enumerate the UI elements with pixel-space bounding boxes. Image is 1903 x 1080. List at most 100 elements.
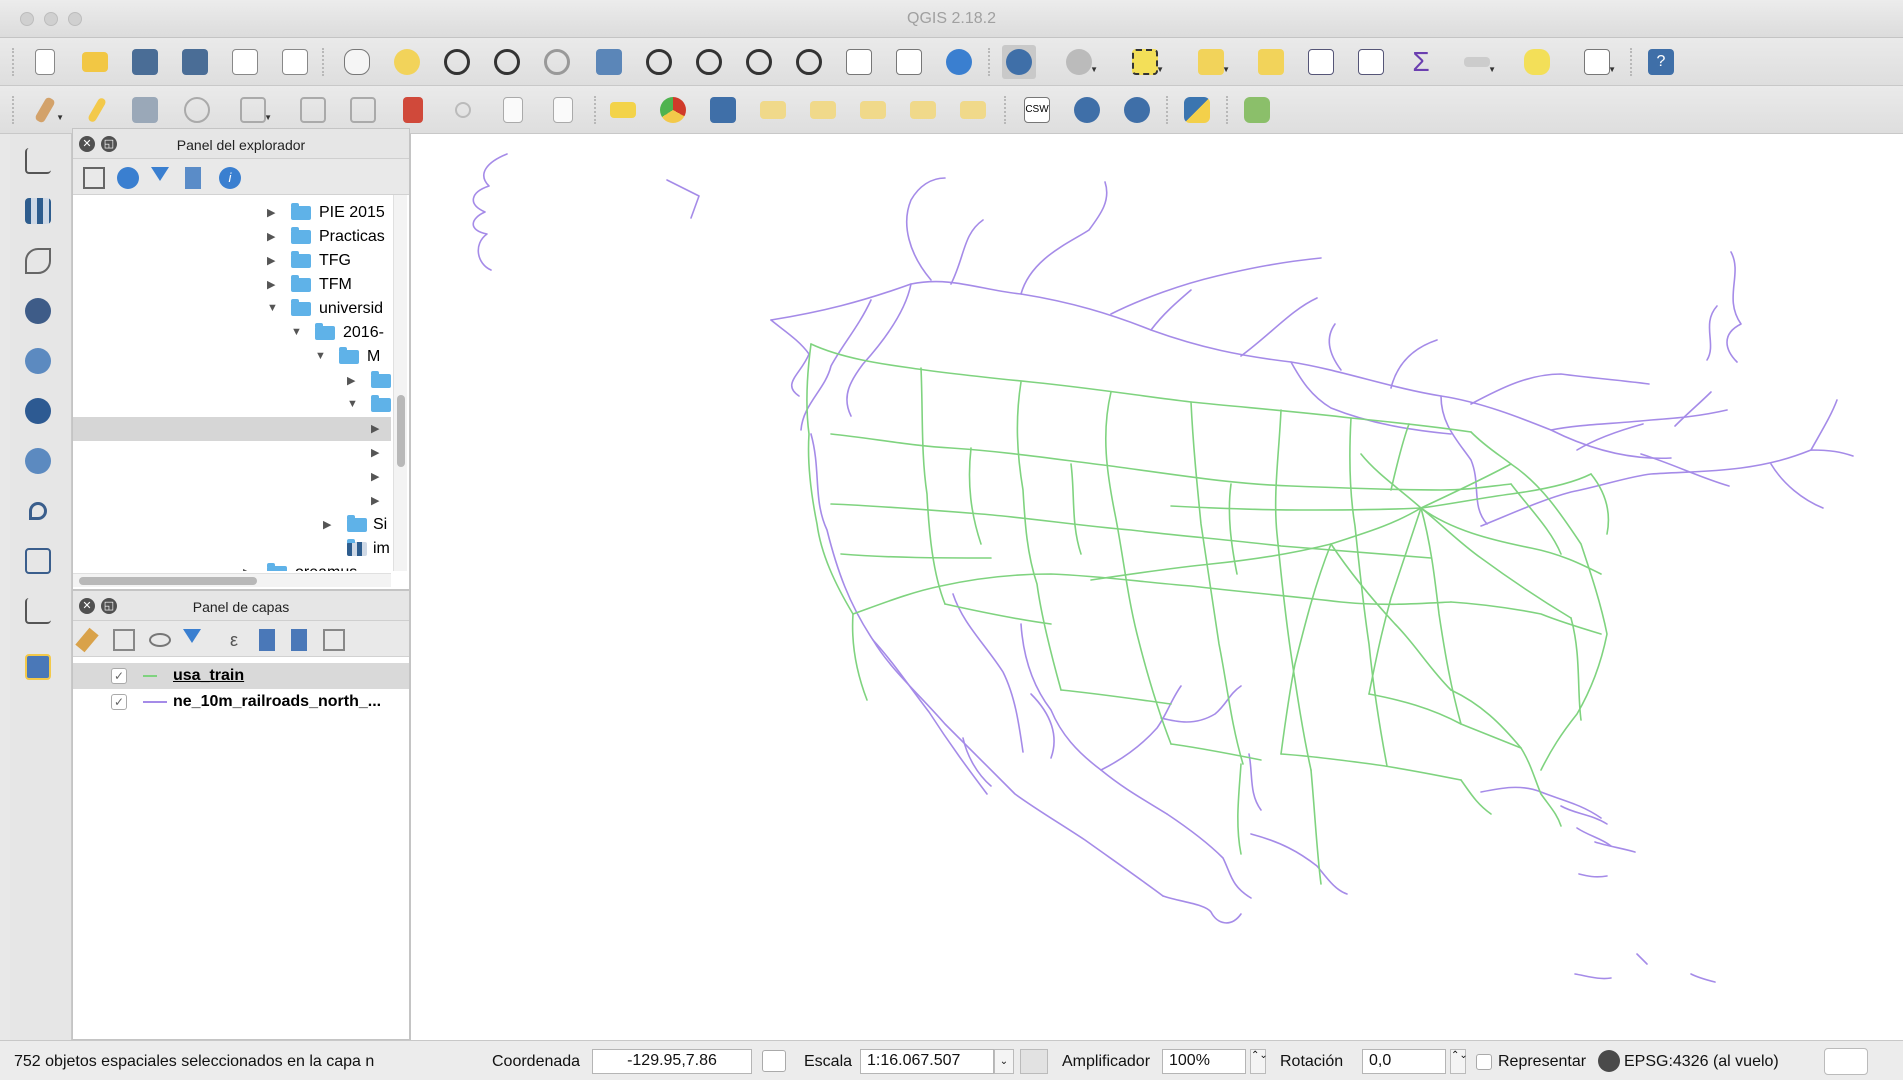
tree-item[interactable]: ▶oreamus bbox=[73, 561, 391, 571]
collapse-all-icon[interactable] bbox=[291, 629, 307, 651]
add-feature-button[interactable] bbox=[180, 93, 214, 127]
tree-item-selected[interactable]: ▶ bbox=[73, 417, 391, 441]
tree-item[interactable]: ▶ bbox=[73, 465, 391, 489]
lock-scale-icon[interactable] bbox=[1020, 1049, 1048, 1074]
csw-button[interactable]: CSW bbox=[1020, 93, 1054, 127]
map-tips-button[interactable] bbox=[1520, 45, 1554, 79]
magnifier-field[interactable]: 100% bbox=[1162, 1049, 1246, 1074]
filter-legend-icon[interactable] bbox=[183, 629, 201, 643]
geosearch-button[interactable] bbox=[1120, 93, 1154, 127]
browser-horizontal-scrollbar[interactable] bbox=[73, 573, 391, 587]
save-as-button[interactable] bbox=[178, 45, 212, 79]
action-button[interactable]: ▼ bbox=[1062, 45, 1098, 79]
diagram-button[interactable] bbox=[656, 93, 690, 127]
style-manager-icon[interactable] bbox=[75, 627, 99, 653]
pan-button[interactable] bbox=[340, 45, 374, 79]
paste-button[interactable] bbox=[546, 93, 580, 127]
tree-item[interactable]: ▶ bbox=[73, 441, 391, 465]
new-map-view-button[interactable] bbox=[842, 45, 876, 79]
zoom-to-layer-button[interactable] bbox=[692, 45, 726, 79]
remove-layer-icon[interactable] bbox=[323, 629, 345, 651]
add-wms-button[interactable] bbox=[16, 340, 60, 382]
add-vector-layer-button[interactable] bbox=[16, 140, 60, 182]
new-temporary-layer-button[interactable] bbox=[16, 646, 60, 688]
select-expression-button[interactable]: ▼ bbox=[1194, 45, 1230, 79]
rotate-label-button[interactable] bbox=[906, 93, 940, 127]
plugin-button[interactable] bbox=[1240, 93, 1274, 127]
cut-button[interactable] bbox=[446, 93, 480, 127]
statistics-button[interactable]: Σ bbox=[1404, 45, 1438, 79]
refresh-icon[interactable] bbox=[117, 167, 139, 189]
python-console-button[interactable] bbox=[1180, 93, 1214, 127]
tree-item[interactable]: ▶ bbox=[73, 369, 391, 393]
tree-item[interactable]: ▶ TFG bbox=[73, 249, 391, 273]
pan-to-selection-button[interactable] bbox=[390, 45, 424, 79]
expand-all-icon[interactable] bbox=[259, 629, 275, 651]
properties-icon[interactable]: i bbox=[219, 167, 241, 189]
tree-item[interactable]: ▼ universid bbox=[73, 297, 391, 321]
move-label-button[interactable] bbox=[856, 93, 890, 127]
simplify-button[interactable] bbox=[346, 93, 380, 127]
open-project-button[interactable] bbox=[78, 45, 112, 79]
collapse-all-icon[interactable] bbox=[185, 167, 201, 189]
add-virtual-layer-button[interactable] bbox=[16, 540, 60, 582]
rotation-spinner-icon[interactable]: ⌃⌄ bbox=[1450, 1049, 1468, 1074]
add-group-icon[interactable] bbox=[113, 629, 135, 651]
layer-visibility-checkbox[interactable]: ✓ bbox=[111, 668, 127, 684]
toggle-editing-button[interactable] bbox=[80, 93, 114, 127]
zoom-in-button[interactable] bbox=[440, 45, 474, 79]
crs-status[interactable]: EPSG:4326 (al vuelo) bbox=[1624, 1053, 1779, 1071]
zoom-to-selection-button[interactable] bbox=[642, 45, 676, 79]
zoom-full-button[interactable] bbox=[592, 45, 626, 79]
messages-button[interactable] bbox=[1824, 1048, 1868, 1075]
zoom-last-button[interactable] bbox=[742, 45, 776, 79]
zoom-next-button[interactable] bbox=[792, 45, 826, 79]
scale-dropdown-icon[interactable]: ⌄ bbox=[994, 1049, 1014, 1074]
add-postgis-button[interactable] bbox=[16, 290, 60, 332]
pin-labels-button[interactable] bbox=[756, 93, 790, 127]
delete-button[interactable] bbox=[396, 93, 430, 127]
add-part-button[interactable] bbox=[296, 93, 330, 127]
add-wcs-button[interactable] bbox=[16, 390, 60, 432]
composer-manager-button[interactable] bbox=[278, 45, 312, 79]
new-bookmark-button[interactable] bbox=[892, 45, 926, 79]
refresh-button[interactable] bbox=[942, 45, 976, 79]
label-button[interactable] bbox=[606, 93, 640, 127]
toggle-extents-icon[interactable] bbox=[762, 1050, 786, 1072]
scrollbar-thumb[interactable] bbox=[79, 577, 257, 585]
layer-labeling-button[interactable] bbox=[706, 93, 740, 127]
rotation-field[interactable]: 0,0 bbox=[1362, 1049, 1446, 1074]
save-project-button[interactable] bbox=[128, 45, 162, 79]
add-selected-layer-icon[interactable] bbox=[83, 167, 105, 189]
tree-item[interactable]: ▼ 2016- bbox=[73, 321, 391, 345]
node-tool-button[interactable]: ▼ bbox=[236, 93, 272, 127]
crs-icon[interactable] bbox=[1598, 1050, 1620, 1072]
add-spatialite-button[interactable] bbox=[16, 240, 60, 282]
tree-item[interactable]: ▶ Si bbox=[73, 513, 391, 537]
new-project-button[interactable] bbox=[28, 45, 62, 79]
layer-visibility-checkbox[interactable]: ✓ bbox=[111, 694, 127, 710]
deselect-button[interactable] bbox=[1254, 45, 1288, 79]
change-label-button[interactable] bbox=[956, 93, 990, 127]
attribute-table-button[interactable] bbox=[1304, 45, 1338, 79]
tree-item[interactable]: ▶ bbox=[73, 489, 391, 513]
identify-button[interactable] bbox=[1002, 45, 1036, 79]
tree-item[interactable]: ▶ Practicas bbox=[73, 225, 391, 249]
add-wfs-button[interactable] bbox=[16, 440, 60, 482]
filter-expression-icon[interactable]: ε bbox=[223, 629, 245, 651]
tree-item[interactable]: ▶ PIE 2015 bbox=[73, 201, 391, 225]
coordinate-field[interactable]: -129.95,7.86 bbox=[592, 1049, 752, 1074]
browser-vertical-scrollbar[interactable] bbox=[393, 195, 407, 571]
show-hide-labels-button[interactable] bbox=[806, 93, 840, 127]
layer-item-usa-train[interactable]: ✓ usa_train bbox=[73, 663, 409, 689]
tree-item[interactable]: ▶ TFM bbox=[73, 273, 391, 297]
measure-button[interactable]: ▼ bbox=[1460, 45, 1496, 79]
tree-item[interactable]: im bbox=[73, 537, 391, 561]
scale-field[interactable]: 1:16.067.507 bbox=[860, 1049, 994, 1074]
zoom-native-button[interactable] bbox=[540, 45, 574, 79]
visibility-icon[interactable] bbox=[149, 633, 171, 647]
field-calculator-button[interactable] bbox=[1354, 45, 1388, 79]
help-button[interactable]: ? bbox=[1644, 45, 1678, 79]
tree-item[interactable]: ▼ M bbox=[73, 345, 391, 369]
metasearch-button[interactable] bbox=[1070, 93, 1104, 127]
